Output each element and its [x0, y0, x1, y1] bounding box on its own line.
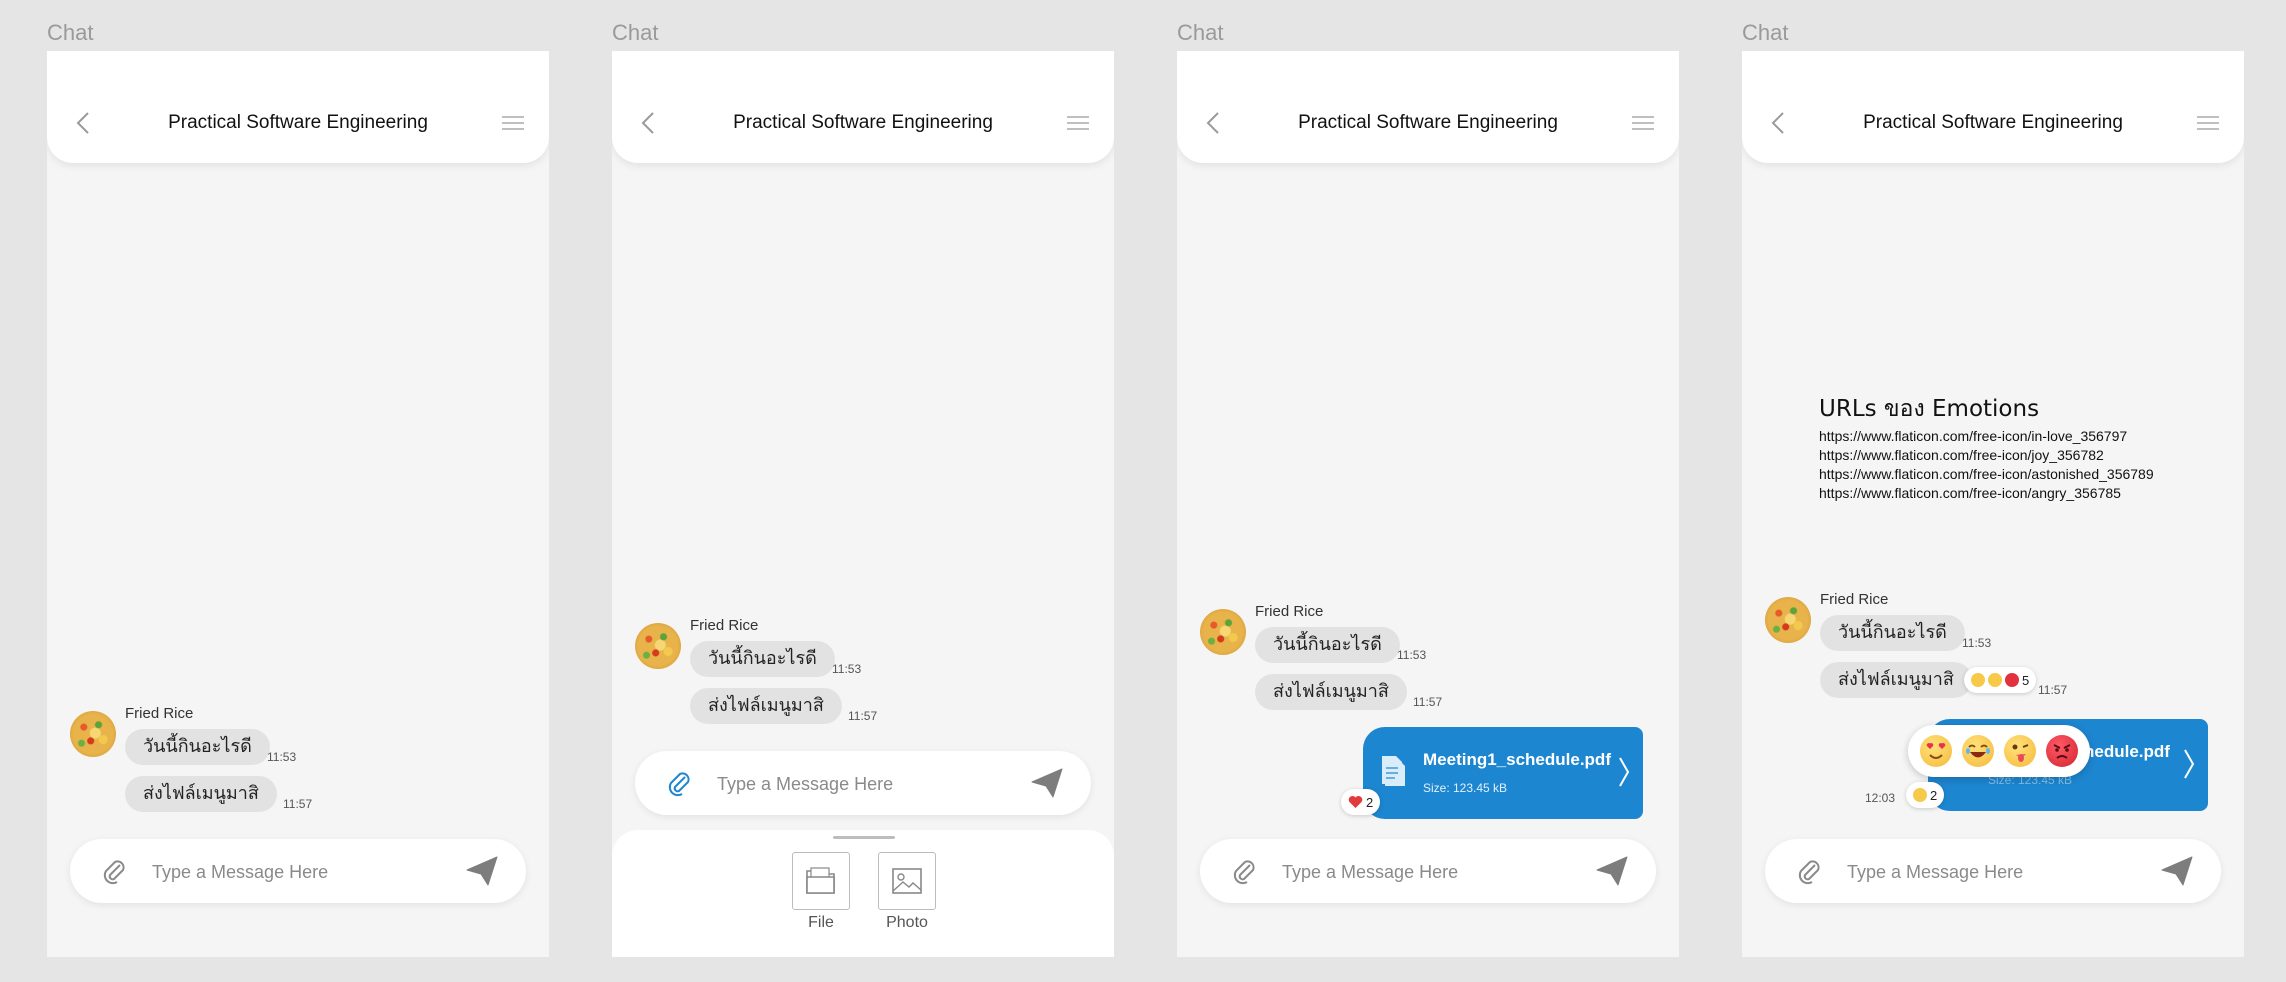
frame-label: Chat: [612, 20, 659, 45]
avatar[interactable]: [1765, 597, 1811, 643]
avatar[interactable]: [1200, 609, 1246, 655]
in-love-emoji-icon: [1913, 788, 1927, 802]
attach-photo-label: Photo: [886, 914, 928, 931]
message-input-bar: [1765, 839, 2221, 903]
reaction-chip[interactable]: 5: [1964, 667, 2037, 693]
reaction-chip[interactable]: 2: [1341, 789, 1381, 815]
chat-screen-reactions: Practical Software Engineering URLs ของ …: [1742, 51, 2244, 957]
chat-header: Practical Software Engineering: [47, 51, 549, 163]
hamburger-menu-icon[interactable]: [1631, 115, 1655, 131]
chat-screen-file-sent: Practical Software Engineering Fried Ric…: [1177, 51, 1679, 957]
message-input-bar: [1200, 839, 1656, 903]
message-bubble[interactable]: ส่งไฟล์เมนูมาสิ: [125, 776, 277, 812]
astonished-emoji-icon[interactable]: [2004, 735, 2036, 767]
message-bubble[interactable]: วันนี้กินอะไรดี: [1255, 627, 1400, 663]
emotion-url: https://www.flaticon.com/free-icon/in-lo…: [1819, 428, 2128, 444]
message-time: 11:53: [832, 662, 862, 676]
message-input[interactable]: [1845, 853, 2149, 891]
hamburger-menu-icon[interactable]: [1066, 115, 1090, 131]
message-time: 11:53: [1397, 648, 1427, 662]
message-time: 12:03: [1865, 791, 1896, 805]
paperclip-icon[interactable]: [1230, 857, 1258, 885]
sender-name: Fried Rice: [125, 705, 194, 722]
reaction-count: 2: [1930, 787, 1938, 803]
in-love-emoji-icon[interactable]: [1920, 735, 1952, 767]
heart-icon: [1348, 796, 1363, 808]
chat-title: Practical Software Engineering: [733, 112, 993, 133]
message-input-bar: [70, 839, 526, 903]
send-icon[interactable]: [1596, 856, 1628, 886]
chat-title: Practical Software Engineering: [1863, 112, 2123, 133]
reaction-count: 2: [1366, 794, 1374, 810]
emotion-url: https://www.flaticon.com/free-icon/joy_3…: [1819, 447, 2104, 463]
message-bubble[interactable]: วันนี้กินอะไรดี: [125, 729, 270, 765]
message-input[interactable]: [1280, 853, 1584, 891]
message-input[interactable]: [150, 853, 454, 891]
message-bubble[interactable]: ส่งไฟล์เมนูมาสิ: [1820, 662, 1972, 698]
attachment-sheet: File Photo: [612, 830, 1114, 957]
joy-emoji-icon: [1988, 673, 2002, 687]
sender-name: Fried Rice: [690, 617, 759, 634]
chat-screen-attach-menu: Practical Software Engineering Fried Ric…: [612, 51, 1114, 957]
message-bubble[interactable]: ส่งไฟล์เมนูมาสิ: [690, 688, 842, 724]
file-message-bubble[interactable]: Meeting1_schedule.pdf Size: 123.45 kB: [1363, 727, 1643, 819]
message-input[interactable]: [715, 765, 1019, 803]
file-name: hedule.pdf: [2084, 742, 2170, 761]
avatar[interactable]: [70, 711, 116, 757]
emotion-urls-note: URLs ของ Emotions https://www.flaticon.c…: [1819, 391, 2154, 503]
hamburger-menu-icon[interactable]: [2196, 115, 2220, 131]
message-bubble[interactable]: วันนี้กินอะไรดี: [1820, 615, 1965, 651]
send-icon[interactable]: [2161, 856, 2193, 886]
message-input-bar: [635, 751, 1091, 815]
file-size: Size: 123.45 kB: [1423, 781, 1508, 795]
attach-photo-option[interactable]: Photo: [878, 852, 938, 932]
message-bubble[interactable]: ส่งไฟล์เมนูมาสิ: [1255, 674, 1407, 710]
joy-emoji-icon[interactable]: [1962, 735, 1994, 767]
sheet-drag-handle[interactable]: [833, 836, 895, 839]
frame-label: Chat: [1742, 20, 1789, 45]
chat-header: Practical Software Engineering: [612, 51, 1114, 163]
send-icon[interactable]: [1031, 768, 1063, 798]
document-icon: [1382, 756, 1405, 786]
send-icon[interactable]: [466, 856, 498, 886]
reaction-count: 5: [2022, 672, 2030, 688]
emoji-reaction-picker: [1908, 725, 2090, 777]
folder-icon: [806, 867, 835, 894]
angry-emoji-icon[interactable]: [2046, 735, 2078, 767]
chat-header: Practical Software Engineering: [1742, 51, 2244, 163]
message-bubble[interactable]: วันนี้กินอะไรดี: [690, 641, 835, 677]
chat-title: Practical Software Engineering: [1298, 112, 1558, 133]
angry-emoji-icon: [2005, 673, 2019, 687]
message-time: 11:57: [2038, 683, 2068, 697]
file-name: Meeting1_schedule.pdf: [1423, 750, 1611, 769]
sender-name: Fried Rice: [1255, 603, 1324, 620]
reaction-chip[interactable]: 2: [1906, 782, 1945, 808]
paperclip-icon[interactable]: [665, 769, 693, 797]
hamburger-menu-icon[interactable]: [501, 115, 525, 131]
chat-title: Practical Software Engineering: [168, 112, 428, 133]
photo-icon: [892, 868, 922, 894]
chat-screen-default: Practical Software Engineering Fried Ric…: [47, 51, 549, 957]
chevron-right-icon[interactable]: [1617, 755, 1631, 789]
paperclip-icon[interactable]: [100, 857, 128, 885]
avatar[interactable]: [635, 623, 681, 669]
emotion-urls-heading: URLs ของ Emotions: [1819, 396, 2040, 422]
frame-label: Chat: [1177, 20, 1224, 45]
message-time: 11:53: [267, 750, 297, 764]
message-time: 11:57: [848, 709, 878, 723]
attach-file-label: File: [808, 914, 834, 931]
message-time: 11:57: [1413, 695, 1443, 709]
paperclip-icon[interactable]: [1795, 857, 1823, 885]
emotion-url: https://www.flaticon.com/free-icon/angry…: [1819, 485, 2121, 501]
chevron-right-icon[interactable]: [2182, 747, 2196, 781]
in-love-emoji-icon: [1971, 673, 1985, 687]
message-time: 11:53: [1962, 636, 1992, 650]
message-time: 11:57: [283, 797, 313, 811]
sender-name: Fried Rice: [1820, 591, 1889, 608]
chat-header: Practical Software Engineering: [1177, 51, 1679, 163]
attach-file-option[interactable]: File: [792, 852, 852, 932]
frame-label: Chat: [47, 20, 94, 45]
emotion-url: https://www.flaticon.com/free-icon/aston…: [1819, 466, 2154, 482]
